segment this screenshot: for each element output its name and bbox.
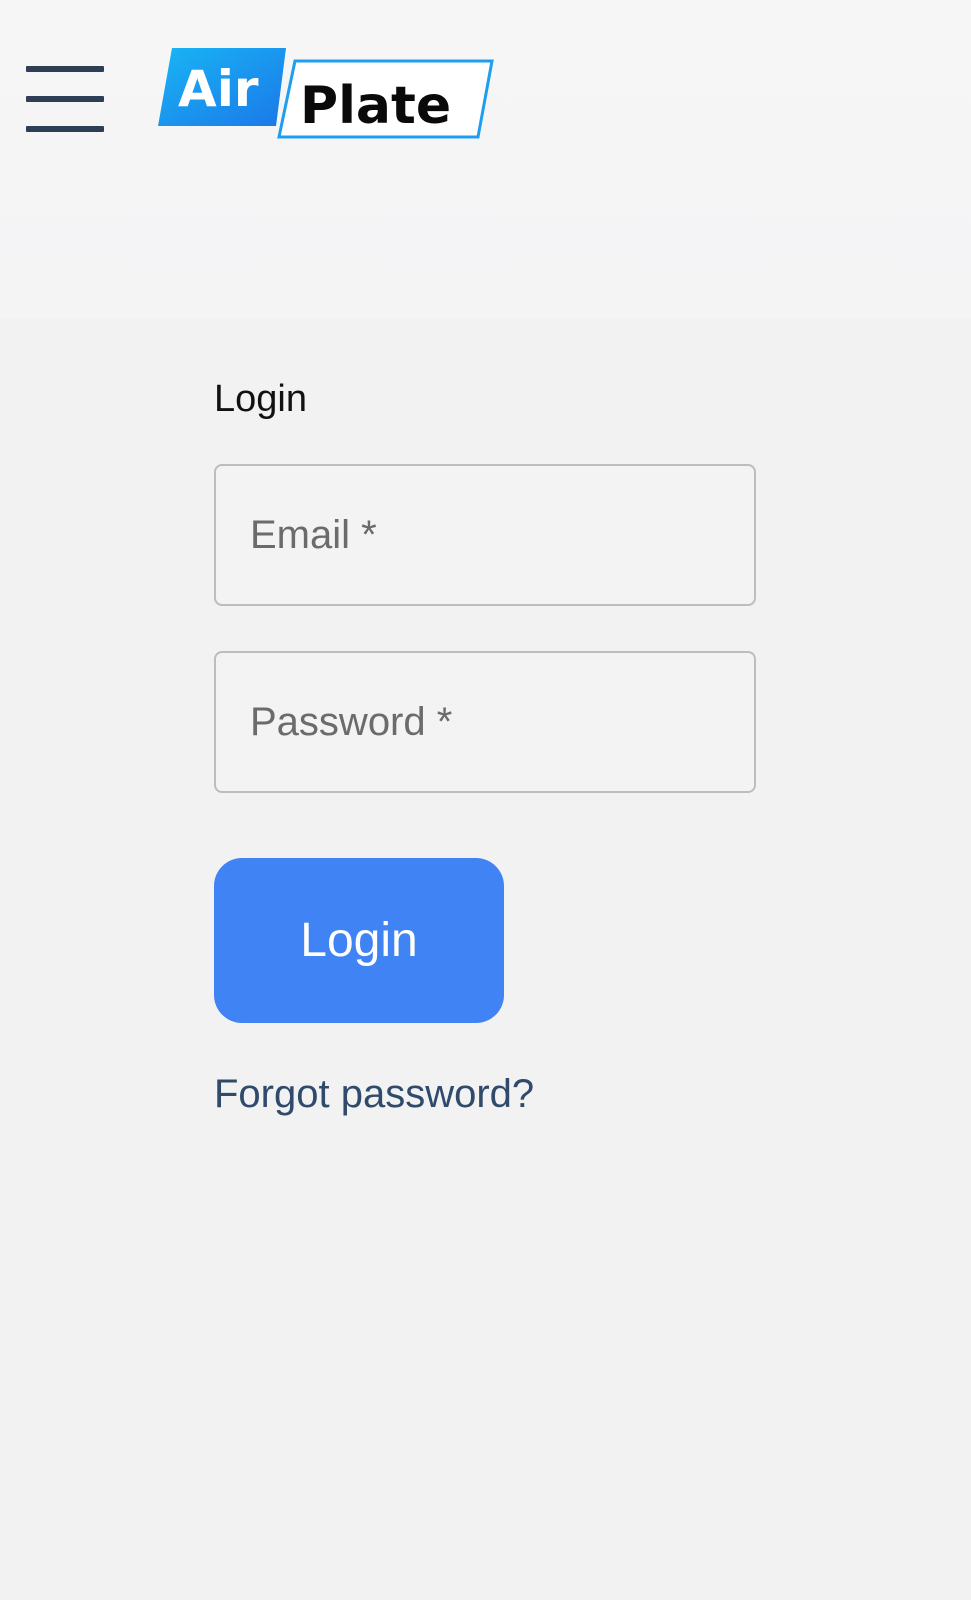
password-field[interactable]: Password * [214,651,756,793]
page-header: Air Plate [0,0,971,318]
logo-air-text: Air [178,60,259,118]
airplate-logo[interactable]: Air Plate [158,44,498,144]
forgot-password-link[interactable]: Forgot password? [214,1070,534,1118]
hamburger-menu-icon[interactable] [18,58,110,140]
logo-graphic: Air Plate [158,48,494,139]
email-input[interactable] [216,466,754,604]
login-heading: Login [214,378,307,420]
menu-bar-bottom [26,126,104,132]
logo-plate-text: Plate [300,76,451,136]
menu-bar-middle [26,96,104,102]
login-button[interactable]: Login [214,858,504,1023]
password-input[interactable] [216,653,754,791]
menu-bar-top [26,66,104,72]
email-field[interactable]: Email * [214,464,756,606]
